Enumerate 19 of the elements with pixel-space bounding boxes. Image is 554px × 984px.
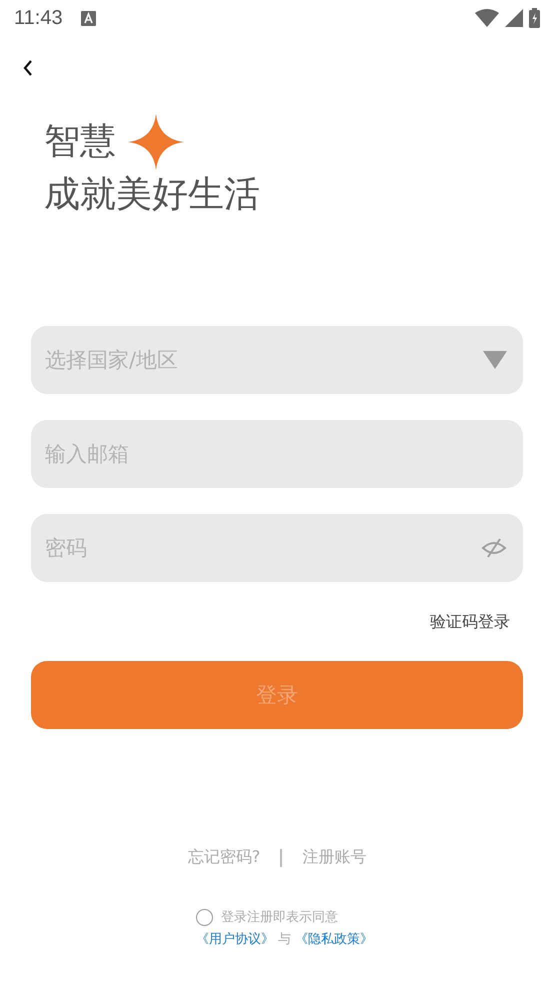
wifi-icon [475,9,499,27]
battery-icon [529,8,540,28]
joiner-text: 与 [278,931,291,948]
forgot-password-link[interactable]: 忘记密码? [188,847,260,868]
back-icon [22,59,34,77]
eye-off-icon[interactable] [481,538,507,558]
code-login-link[interactable]: 验证码登录 [430,612,510,633]
notification-icon [80,10,96,26]
user-agreement-link[interactable]: 《用户协议》 [196,930,274,948]
signal-icon [505,9,523,27]
headline-text: 成就美好生活 [44,174,261,216]
agreement-text: 登录注册即表示同意 [221,909,338,926]
register-link[interactable]: 注册账号 [302,847,366,868]
sparkle-icon [128,114,184,170]
agreement-checkbox[interactable] [196,908,213,926]
status-time: 11:43 [14,6,63,30]
headline-text: 智慧 [44,121,116,163]
privacy-policy-link[interactable]: 《隐私政策》 [295,930,373,948]
dropdown-caret-icon[interactable] [483,351,507,369]
